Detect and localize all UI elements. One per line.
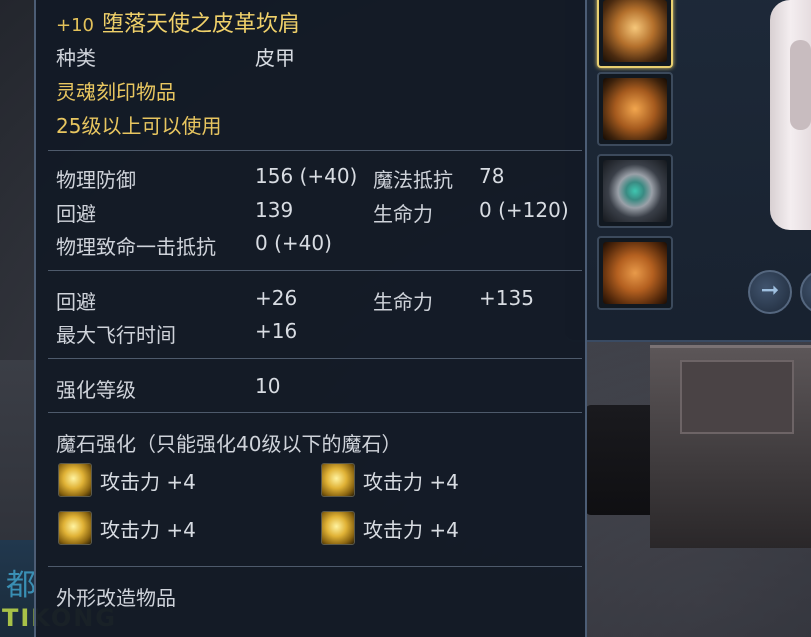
bonus-evasion-label: 回避 [56,290,96,314]
divider [48,412,582,413]
phys-def-label: 物理防御 [56,168,136,192]
equip-slot-shoulder[interactable] [597,0,673,68]
divider [48,358,582,359]
manastone-icon [321,511,355,545]
manastone-text: 攻击力 +4 [100,469,196,494]
evasion-value: 139 [255,198,294,222]
level-requirement: 25级以上可以使用 [56,114,222,138]
hp-label: 生命力 [373,202,433,226]
flight-time-label: 最大飞行时间 [56,323,176,347]
equip-slot-ring[interactable] [597,154,673,228]
manastone-text: 攻击力 +4 [363,517,459,542]
manastone-slot: 攻击力 +4 [321,463,459,497]
divider [48,270,582,271]
enhance-plus: +10 [56,15,94,36]
manastone-header: 魔石强化（只能强化40级以下的魔石） [56,432,402,456]
soul-bound-text: 灵魂刻印物品 [56,80,176,104]
item-name: 堕落天使之皮革坎肩 [102,12,301,37]
equip-slot-boots[interactable] [597,236,673,310]
manastone-text: 攻击力 +4 [363,469,459,494]
appearance-modify-text: 外形改造物品 [56,586,176,610]
bonus-evasion-value: +26 [255,286,298,310]
manastone-icon [58,511,92,545]
boots-icon [603,242,667,304]
rotate-arrow-button[interactable]: ➞ [748,270,792,314]
type-value: 皮甲 [255,46,295,70]
hp-value: 0 (+120) [479,198,569,222]
manastone-icon [58,463,92,497]
chest-armor-icon [603,78,667,140]
character-arm [790,40,811,130]
pedestal-detail [680,360,794,434]
bonus-hp-value: +135 [479,286,534,310]
crit-res-label: 物理致命一击抵抗 [56,235,216,259]
magic-res-value: 78 [479,164,505,188]
type-label: 种类 [56,46,96,70]
flight-time-value: +16 [255,319,298,343]
divider [48,566,582,567]
magic-res-label: 魔法抵抗 [373,168,453,192]
evasion-label: 回避 [56,202,96,226]
manastone-slot: 攻击力 +4 [58,511,196,545]
crit-res-value: 0 (+40) [255,231,332,255]
shoulder-armor-icon [603,0,667,62]
phys-def-value: 156 (+40) [255,164,358,188]
manastone-slot: 攻击力 +4 [321,511,459,545]
bonus-hp-label: 生命力 [373,290,433,314]
item-title: +10 堕落天使之皮革坎肩 [56,6,300,38]
manastone-text: 攻击力 +4 [100,517,196,542]
item-tooltip: +10 堕落天使之皮革坎肩 种类 皮甲 灵魂刻印物品 25级以上可以使用 物理防御… [34,0,587,637]
ring-icon [603,160,667,222]
manastone-slot: 攻击力 +4 [58,463,196,497]
equip-slot-chest[interactable] [597,72,673,146]
watermark-text: 都 [6,568,36,603]
enhance-level-value: 10 [255,374,281,398]
game-scene: 都 TIKONG ➞ +10堕落天使之皮革坎肩 种类 皮甲 灵魂刻印物品 25级… [0,0,811,637]
divider [48,150,582,151]
enhance-level-label: 强化等级 [56,378,136,402]
manastone-icon [321,463,355,497]
